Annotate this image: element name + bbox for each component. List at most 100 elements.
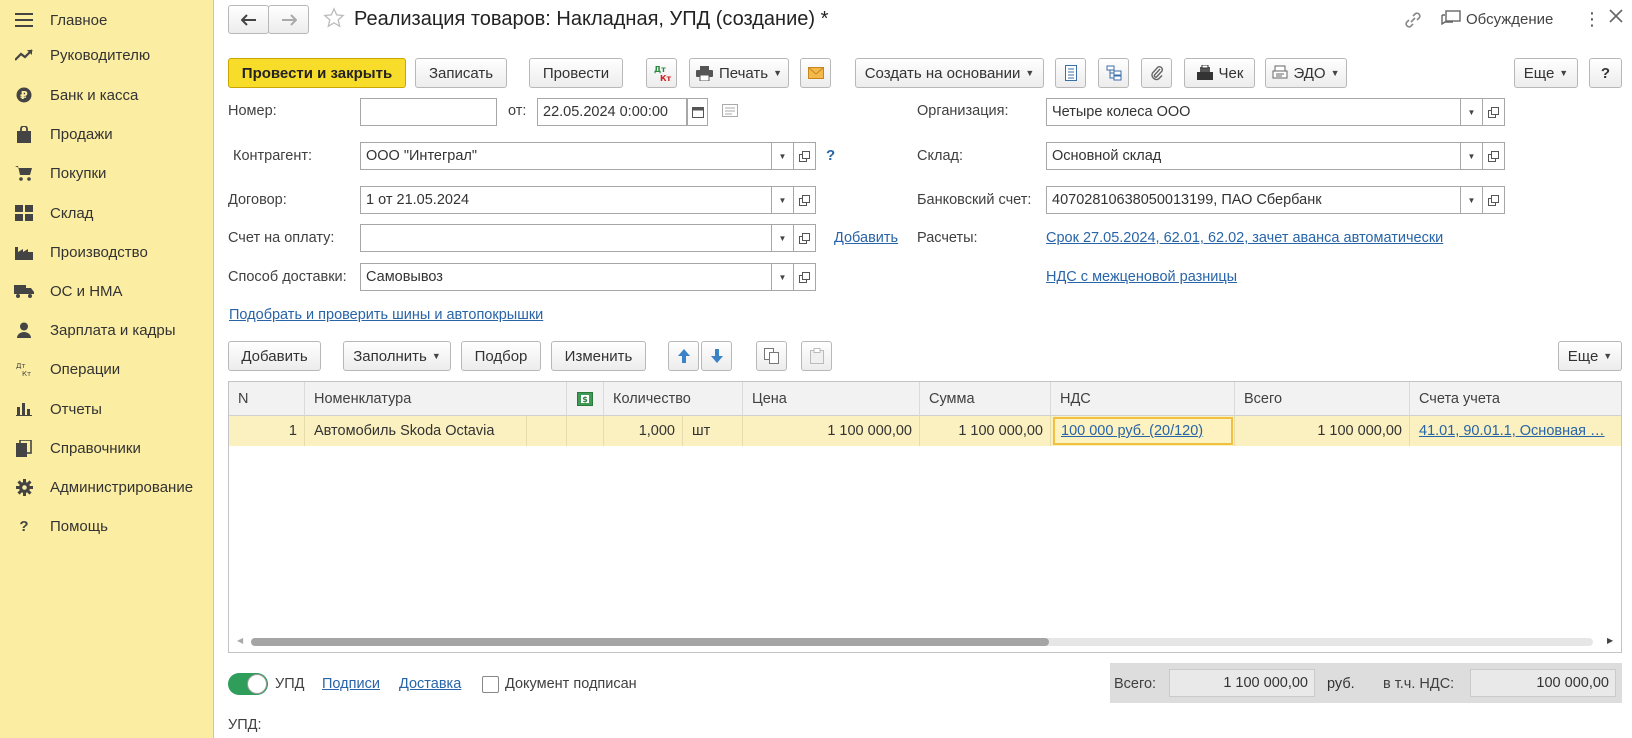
table-add-button[interactable]: Добавить bbox=[228, 341, 321, 371]
invoice-add-link[interactable]: Добавить bbox=[834, 230, 898, 246]
counterparty-input[interactable]: ООО "Интеграл" bbox=[360, 142, 772, 170]
bank-account-input[interactable]: 40702810638050013199, ПАО Сбербанк bbox=[1046, 186, 1461, 214]
post-button[interactable]: Провести bbox=[529, 58, 623, 88]
invoice-dropdown[interactable]: ▼ bbox=[772, 224, 794, 252]
sidebar-item-manager[interactable]: Руководителю bbox=[0, 35, 214, 75]
horizontal-scrollbar-track[interactable] bbox=[251, 638, 1593, 646]
forward-button[interactable] bbox=[268, 5, 309, 34]
scroll-left-icon[interactable]: ◀ bbox=[237, 636, 243, 645]
structure-button[interactable] bbox=[1098, 58, 1129, 88]
scroll-right-icon[interactable]: ▶ bbox=[1607, 636, 1613, 645]
delivery-open-button[interactable] bbox=[794, 263, 816, 291]
sidebar-item-fixed-assets[interactable]: ОС и НМА bbox=[0, 271, 214, 311]
sidebar-item-bank[interactable]: ₽ Банк и касса bbox=[0, 75, 214, 115]
cell-unit[interactable]: шт bbox=[683, 416, 743, 446]
comment-icon[interactable] bbox=[722, 104, 738, 121]
signatures-link[interactable]: Подписи bbox=[322, 676, 380, 692]
counterparty-dropdown[interactable]: ▼ bbox=[772, 142, 794, 170]
back-button[interactable] bbox=[228, 5, 269, 34]
more-vertical-icon[interactable]: ⋮ bbox=[1583, 10, 1601, 28]
counterparty-hint-icon[interactable]: ? bbox=[826, 147, 835, 164]
sidebar-item-purchases[interactable]: Покупки bbox=[0, 153, 214, 193]
column-header-sum[interactable]: Сумма bbox=[920, 382, 1051, 416]
upd-toggle[interactable] bbox=[228, 673, 268, 695]
tires-check-link[interactable]: Подобрать и проверить шины и автопокрышк… bbox=[229, 307, 543, 323]
bank-account-dropdown[interactable]: ▼ bbox=[1461, 186, 1483, 214]
calendar-button[interactable] bbox=[687, 98, 708, 126]
cell-price[interactable]: 1 100 000,00 bbox=[743, 416, 920, 446]
sidebar-item-sales[interactable]: Продажи bbox=[0, 114, 214, 154]
vat-margin-link[interactable]: НДС с межценовой разницы bbox=[1046, 269, 1237, 285]
dt-kt-button[interactable]: Дт Кт bbox=[646, 58, 677, 88]
horizontal-scrollbar-thumb[interactable] bbox=[251, 638, 1049, 646]
number-input[interactable] bbox=[360, 98, 497, 126]
cell-nomenclature-extra[interactable] bbox=[527, 416, 567, 446]
sidebar-item-production[interactable]: Производство bbox=[0, 232, 214, 272]
journal-button[interactable] bbox=[1055, 58, 1086, 88]
edo-button[interactable]: ЭДО ▼ bbox=[1265, 58, 1347, 88]
organization-open-button[interactable] bbox=[1483, 98, 1505, 126]
cell-nomenclature[interactable]: Автомобиль Skoda Octavia bbox=[305, 416, 527, 446]
sidebar-item-references[interactable]: Справочники bbox=[0, 428, 214, 468]
column-header-total[interactable]: Всего bbox=[1235, 382, 1410, 416]
sidebar-item-reports[interactable]: Отчеты bbox=[0, 389, 214, 429]
sidebar-item-main[interactable]: Главное bbox=[0, 0, 214, 40]
table-select-button[interactable]: Подбор bbox=[461, 341, 541, 371]
invoice-input[interactable] bbox=[360, 224, 772, 252]
sidebar-item-warehouse[interactable]: Склад bbox=[0, 193, 214, 233]
cell-accounts[interactable]: 41.01, 90.01.1, Основная … bbox=[1410, 416, 1621, 446]
discussion-button[interactable]: Обсуждение bbox=[1441, 10, 1553, 28]
move-up-button[interactable] bbox=[668, 341, 699, 371]
more-button[interactable]: Еще ▼ bbox=[1514, 58, 1578, 88]
warehouse-open-button[interactable] bbox=[1483, 142, 1505, 170]
email-button[interactable] bbox=[800, 58, 831, 88]
sidebar-item-administration[interactable]: Администрирование bbox=[0, 467, 214, 507]
accounts-link[interactable]: 41.01, 90.01.1, Основная … bbox=[1419, 423, 1605, 439]
attachment-button[interactable] bbox=[1141, 58, 1172, 88]
cell-n[interactable]: 1 bbox=[229, 416, 305, 446]
contract-input[interactable]: 1 от 21.05.2024 bbox=[360, 186, 772, 214]
cell-vat[interactable]: 100 000 руб. (20/120) bbox=[1051, 416, 1235, 446]
table-more-button[interactable]: Еще ▼ bbox=[1558, 341, 1622, 371]
cell-price-type[interactable] bbox=[567, 416, 604, 446]
column-header-quantity[interactable]: Количество bbox=[604, 382, 743, 416]
contract-open-button[interactable] bbox=[794, 186, 816, 214]
cell-quantity[interactable]: 1,000 bbox=[604, 416, 683, 446]
warehouse-dropdown[interactable]: ▼ bbox=[1461, 142, 1483, 170]
vat-link[interactable]: 100 000 руб. (20/120) bbox=[1061, 423, 1203, 439]
table-change-button[interactable]: Изменить bbox=[551, 341, 646, 371]
column-header-accounts[interactable]: Счета учета bbox=[1410, 382, 1621, 416]
paste-button[interactable] bbox=[801, 341, 832, 371]
settlements-link[interactable]: Срок 27.05.2024, 62.01, 62.02, зачет ава… bbox=[1046, 230, 1443, 246]
column-header-n[interactable]: N bbox=[229, 382, 305, 416]
invoice-open-button[interactable] bbox=[794, 224, 816, 252]
delivery-dropdown[interactable]: ▼ bbox=[772, 263, 794, 291]
favorite-star-icon[interactable] bbox=[323, 7, 345, 32]
delivery-input[interactable]: Самовывоз bbox=[360, 263, 772, 291]
create-based-on-button[interactable]: Создать на основании ▼ bbox=[855, 58, 1044, 88]
copy-button[interactable] bbox=[756, 341, 787, 371]
print-button[interactable]: Печать ▼ bbox=[689, 58, 789, 88]
receipt-button[interactable]: Чек bbox=[1184, 58, 1255, 88]
sidebar-item-salary[interactable]: Зарплата и кадры bbox=[0, 310, 214, 350]
sidebar-item-operations[interactable]: Дт Кт Операции bbox=[0, 349, 214, 389]
column-header-price-type[interactable]: $ bbox=[567, 382, 604, 416]
counterparty-open-button[interactable] bbox=[794, 142, 816, 170]
sidebar-item-help[interactable]: ? Помощь bbox=[0, 506, 214, 546]
bank-account-open-button[interactable] bbox=[1483, 186, 1505, 214]
column-header-price[interactable]: Цена bbox=[743, 382, 920, 416]
save-button[interactable]: Записать bbox=[415, 58, 507, 88]
cell-sum[interactable]: 1 100 000,00 bbox=[920, 416, 1051, 446]
link-icon[interactable] bbox=[1403, 10, 1423, 33]
cell-total[interactable]: 1 100 000,00 bbox=[1235, 416, 1410, 446]
contract-dropdown[interactable]: ▼ bbox=[772, 186, 794, 214]
date-input[interactable]: 22.05.2024 0:00:00 bbox=[537, 98, 687, 126]
move-down-button[interactable] bbox=[701, 341, 732, 371]
post-and-close-button[interactable]: Провести и закрыть bbox=[228, 58, 406, 88]
help-button[interactable]: ? bbox=[1589, 58, 1622, 88]
column-header-nomenclature[interactable]: Номенклатура bbox=[305, 382, 567, 416]
table-fill-button[interactable]: Заполнить ▼ bbox=[343, 341, 451, 371]
organization-input[interactable]: Четыре колеса ООО bbox=[1046, 98, 1461, 126]
close-icon[interactable] bbox=[1608, 8, 1624, 27]
delivery-link[interactable]: Доставка bbox=[399, 676, 461, 692]
